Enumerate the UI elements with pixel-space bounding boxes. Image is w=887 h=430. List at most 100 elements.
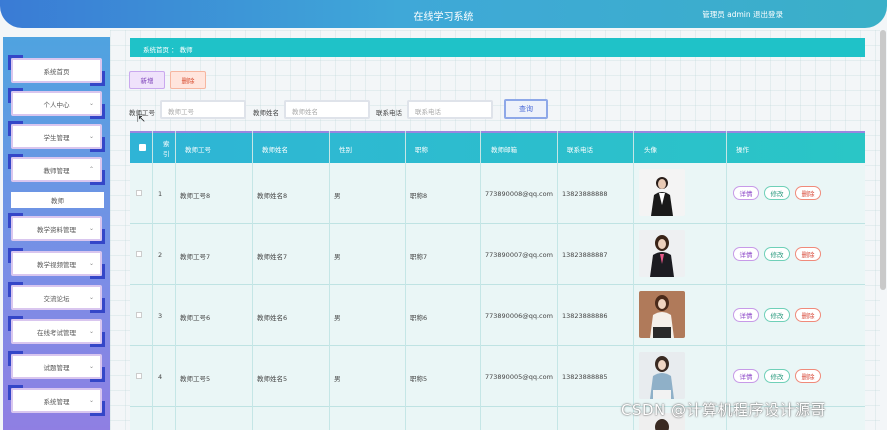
column-divider	[175, 131, 176, 430]
column-divider	[252, 131, 253, 430]
sidebar-item-exams[interactable]: 在线考试管理 ⌄	[8, 316, 105, 347]
column-divider	[633, 131, 634, 430]
cell-teacher-no: 教师工号6	[180, 314, 211, 322]
cell-index: 3	[158, 312, 163, 320]
sidebar-item-teachers[interactable]: 教师管理 ⌃	[8, 154, 105, 185]
cell-teacher-name: 教师姓名8	[257, 192, 288, 200]
phone-label: 联系电话	[376, 109, 402, 117]
table-row[interactable]: 2 教师工号7 教师姓名7 男 职称7 773890007@qq.com 138…	[130, 224, 865, 285]
teacher-name-input[interactable]: 教师姓名	[284, 100, 370, 119]
watermark: CSDN @计算机程序设计源哥	[621, 401, 827, 419]
chevron-down-icon: ⌄	[88, 363, 94, 370]
sidebar-item-videos[interactable]: 教学视频管理 ⌄	[8, 248, 105, 279]
column-divider	[405, 131, 406, 430]
cell-title: 职称5	[410, 375, 428, 383]
teacher-name-label: 教师姓名	[253, 109, 279, 117]
cell-email: 773890007@qq.com	[485, 251, 553, 259]
sidebar-item-label: 教学视频管理	[37, 260, 76, 269]
cell-index: 1	[158, 190, 163, 198]
scrollbar[interactable]	[880, 30, 886, 290]
row-checkbox[interactable]	[136, 312, 142, 318]
user-info[interactable]: 管理员 admin 退出登录	[702, 9, 783, 20]
sidebar-item-students[interactable]: 学生管理 ⌄	[8, 121, 105, 152]
sidebar-item-forum[interactable]: 交流论坛 ⌄	[8, 282, 105, 313]
row-checkbox[interactable]	[136, 251, 142, 257]
cell-gender: 男	[334, 192, 341, 200]
sidebar-item-label: 在线考试管理	[37, 328, 76, 337]
phone-input[interactable]: 联系电话	[407, 100, 493, 119]
edit-button[interactable]: 修改	[764, 247, 790, 261]
column-header: 头像	[644, 146, 657, 154]
cell-teacher-no: 教师工号5	[180, 375, 211, 383]
detail-button[interactable]: 详情	[733, 186, 759, 200]
cell-teacher-no: 教师工号7	[180, 253, 211, 261]
cell-email: 773890008@qq.com	[485, 190, 553, 198]
column-divider	[480, 131, 481, 430]
detail-button[interactable]: 详情	[733, 369, 759, 383]
avatar	[639, 230, 685, 277]
cell-title: 职称6	[410, 314, 428, 322]
avatar	[639, 169, 685, 216]
sidebar-item-label: 教学资料管理	[37, 225, 76, 234]
detail-button[interactable]: 详情	[733, 247, 759, 261]
chevron-down-icon: ⌄	[88, 260, 94, 267]
column-divider	[329, 131, 330, 430]
cell-index: 2	[158, 251, 163, 259]
cell-teacher-name: 教师姓名6	[257, 314, 288, 322]
search-button[interactable]: 查询	[504, 99, 548, 119]
column-header: 教师姓名	[262, 146, 288, 154]
chevron-down-icon: ⌄	[88, 133, 94, 140]
cell-phone: 13823888885	[562, 373, 608, 381]
edit-button[interactable]: 修改	[764, 308, 790, 322]
mouse-cursor-icon: ⇱	[137, 114, 146, 125]
cell-gender: 男	[334, 314, 341, 322]
delete-button[interactable]: 删除	[170, 71, 206, 89]
sidebar-item-system[interactable]: 系统管理 ⌄	[8, 385, 105, 416]
sidebar-item-home[interactable]: 系统首页	[8, 55, 105, 86]
row-delete-button[interactable]: 删除	[795, 369, 821, 383]
teacher-no-input[interactable]: 教师工号	[160, 100, 246, 119]
select-all-checkbox[interactable]	[139, 144, 146, 151]
cell-teacher-no: 教师工号8	[180, 192, 211, 200]
column-header: 操作	[736, 146, 749, 154]
avatar	[639, 352, 685, 399]
table-row[interactable]: 4 教师工号5 教师姓名5 男 职称5 773890005@qq.com 138…	[130, 346, 865, 407]
column-header: 职称	[415, 146, 428, 154]
avatar	[639, 291, 685, 338]
sidebar-item-materials[interactable]: 教学资料管理 ⌄	[8, 213, 105, 244]
sidebar-item-label: 交流论坛	[43, 294, 70, 303]
sidebar-item-label: 系统首页	[43, 67, 70, 76]
cell-title: 职称7	[410, 253, 428, 261]
table-row[interactable]: 3 教师工号6 教师姓名6 男 职称6 773890006@qq.com 138…	[130, 285, 865, 346]
row-delete-button[interactable]: 删除	[795, 308, 821, 322]
cell-teacher-name: 教师姓名5	[257, 375, 288, 383]
edit-button[interactable]: 修改	[764, 186, 790, 200]
sidebar-item-questions[interactable]: 试题管理 ⌄	[8, 351, 105, 382]
cell-phone: 13823888888	[562, 190, 608, 198]
chevron-down-icon: ⌄	[88, 397, 94, 404]
chevron-down-icon: ⌄	[88, 328, 94, 335]
edit-button[interactable]: 修改	[764, 369, 790, 383]
add-button[interactable]: 新增	[129, 71, 165, 89]
sidebar-item-label: 试题管理	[43, 363, 70, 372]
breadcrumb: 系统首页 ： 教师	[130, 38, 865, 57]
row-delete-button[interactable]: 删除	[795, 186, 821, 200]
cell-teacher-name: 教师姓名7	[257, 253, 288, 261]
sidebar-item-label: 系统管理	[43, 397, 70, 406]
cell-phone: 13823888887	[562, 251, 608, 259]
column-divider	[557, 131, 558, 430]
chevron-down-icon: ⌄	[88, 225, 94, 232]
main-content: 系统首页 ： 教师 新增 删除 教师工号 教师工号 教师姓名 教师姓名 联系电话…	[110, 30, 880, 430]
table-header: 索引 教师工号 教师姓名 性别 职称 教师邮箱 联系电话 头像 操作	[130, 131, 865, 163]
detail-button[interactable]: 详情	[733, 308, 759, 322]
sidebar-subitem-teacher[interactable]: 教师	[11, 192, 104, 208]
row-checkbox[interactable]	[136, 373, 142, 379]
cell-gender: 男	[334, 253, 341, 261]
table-row[interactable]: 1 教师工号8 教师姓名8 男 职称8 773890008@qq.com 138…	[130, 163, 865, 224]
column-header: 性别	[339, 146, 352, 154]
chevron-up-icon: ⌃	[88, 166, 94, 173]
row-delete-button[interactable]: 删除	[795, 247, 821, 261]
sidebar-item-profile[interactable]: 个人中心 ⌄	[8, 88, 105, 119]
row-checkbox[interactable]	[136, 190, 142, 196]
column-header: 教师邮箱	[491, 146, 517, 154]
